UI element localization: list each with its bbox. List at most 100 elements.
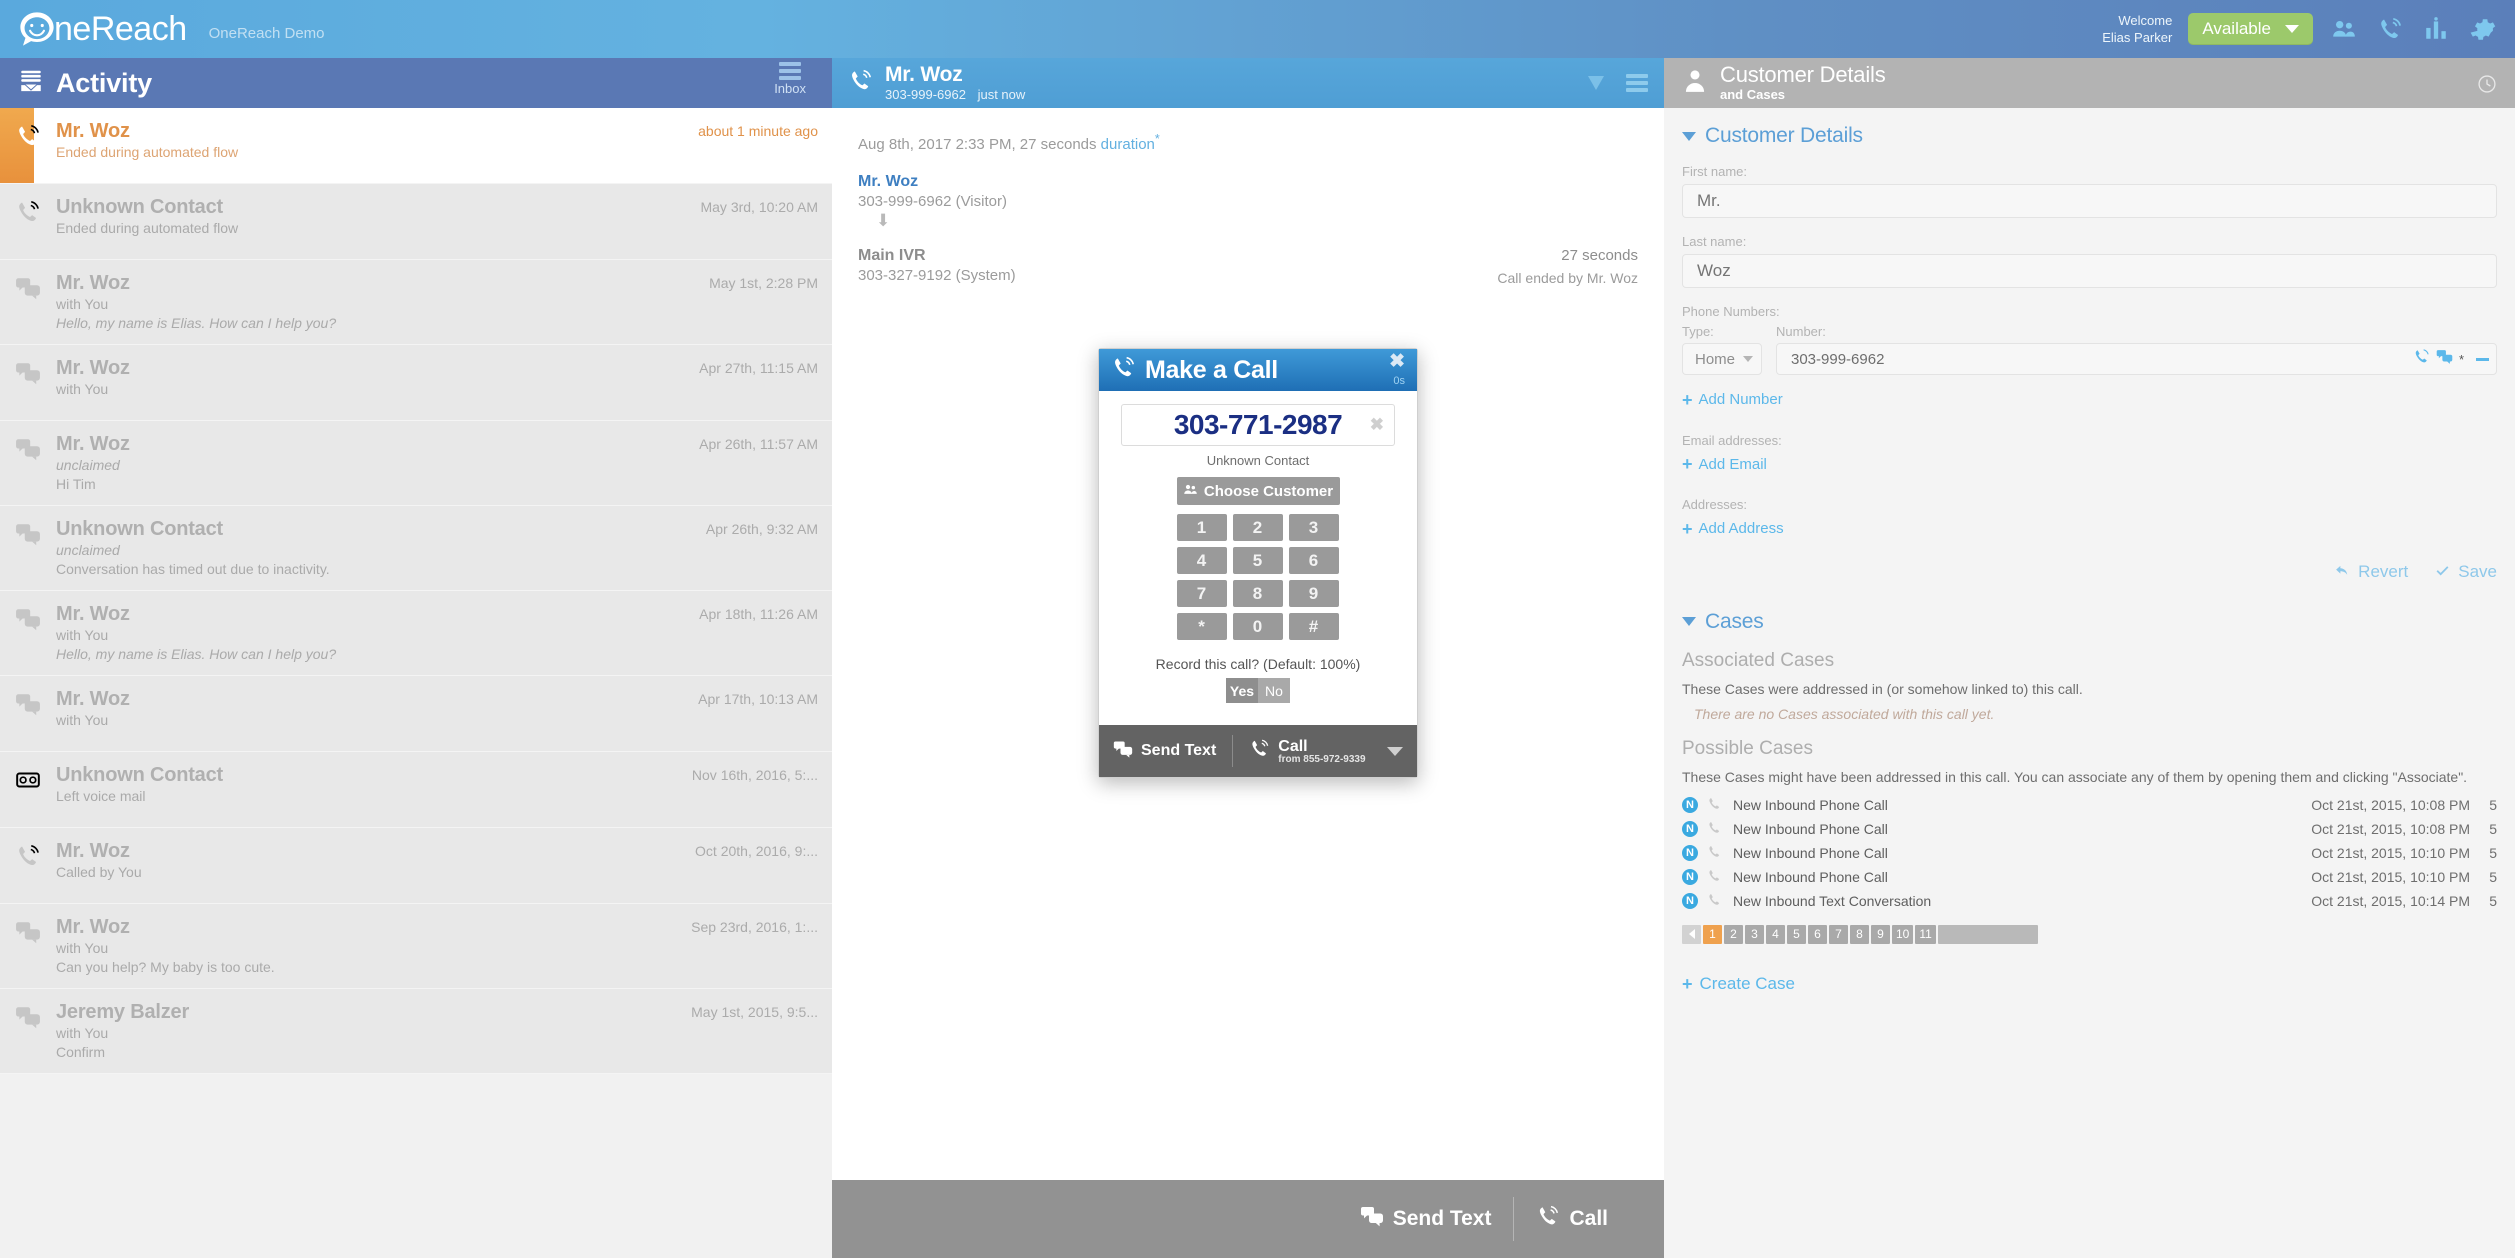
chevron-down-icon xyxy=(2285,25,2299,33)
section-customer-details[interactable]: Customer Details xyxy=(1682,124,2497,148)
pagination-page-4[interactable]: 4 xyxy=(1766,924,1785,944)
possible-cases-list[interactable]: N New Inbound Phone Call Oct 21st, 2015, 1… xyxy=(1682,793,2497,913)
create-case-button[interactable]: + Create Case xyxy=(1682,974,1795,994)
dial-contact-label: Unknown Contact xyxy=(1206,453,1310,468)
revert-button[interactable]: Revert xyxy=(2334,562,2408,582)
phone-icon xyxy=(0,839,56,892)
make-a-call-dialog: Make a Call ✖ 0s 303-771-2987 ✖ Unknown … xyxy=(1098,348,1418,778)
case-time: Oct 21st, 2015, 10:10 PM xyxy=(2311,868,2470,885)
case-row[interactable]: N New Inbound Text Conversation Oct 21st, … xyxy=(1682,889,2497,913)
keypad-key-0[interactable]: 0 xyxy=(1232,613,1283,640)
case-row[interactable]: N New Inbound Phone Call Oct 21st, 2015, 1… xyxy=(1682,865,2497,889)
activity-list-item[interactable]: Mr. Woz with You Can you help? My baby is … xyxy=(0,904,832,989)
keypad-key-2[interactable]: 2 xyxy=(1232,514,1283,541)
activity-list-item[interactable]: Mr. Woz unclaimed Hi Tim Apr 26th, 11:57 AM xyxy=(0,421,832,506)
pagination-page-7[interactable]: 7 xyxy=(1829,924,1848,944)
activity-list-item[interactable]: Mr. Woz with You Hello, my name is Elias. … xyxy=(0,591,832,676)
call-button[interactable]: Call xyxy=(1514,1204,1630,1234)
activity-item-name: Unknown Contact xyxy=(56,196,223,218)
activity-list-item[interactable]: Mr. Woz with You Hello, my name is Elias. … xyxy=(0,260,832,345)
section-cases[interactable]: Cases xyxy=(1682,610,2497,634)
keypad-key-8[interactable]: 8 xyxy=(1232,580,1283,607)
activity-list-item[interactable]: Mr. Woz with You Apr 17th, 10:13 AM xyxy=(0,676,832,752)
phone-number-label: Number: xyxy=(1776,324,1826,339)
case-time: Oct 21st, 2015, 10:14 PM xyxy=(2311,892,2470,909)
person-icon xyxy=(1682,68,1708,99)
keypad-key-6[interactable]: 6 xyxy=(1288,547,1339,574)
pagination-page-5[interactable]: 5 xyxy=(1787,924,1806,944)
dialog-send-text-button[interactable]: Send Text xyxy=(1113,739,1216,764)
add-number-link[interactable]: + Add Number xyxy=(1682,391,1783,409)
keypad-key-9[interactable]: 9 xyxy=(1288,580,1339,607)
add-address-link[interactable]: + Add Address xyxy=(1682,520,1784,538)
dial-number-input[interactable]: 303-771-2987 ✖ xyxy=(1121,404,1395,446)
case-row[interactable]: N New Inbound Phone Call Oct 21st, 2015, 1… xyxy=(1682,841,2497,865)
clear-icon[interactable]: ✖ xyxy=(1370,415,1384,435)
availability-dropdown[interactable]: Available xyxy=(2188,13,2313,45)
pagination-page-11[interactable]: 11 xyxy=(1915,924,1936,944)
keypad-key-7[interactable]: 7 xyxy=(1176,580,1227,607)
pagination-page-6[interactable]: 6 xyxy=(1808,924,1827,944)
phone-icon[interactable] xyxy=(2413,348,2430,370)
chart-icon[interactable] xyxy=(2421,14,2451,44)
add-email-link[interactable]: + Add Email xyxy=(1682,455,1767,473)
activity-list-item[interactable]: Mr. Woz Called by You Oct 20th, 2016, 9:..… xyxy=(0,828,832,904)
phone-type-label: Type: xyxy=(1682,324,1714,339)
call-meta: Aug 8th, 2017 2:33 PM, 27 seconds durati… xyxy=(858,132,1638,153)
pagination-page-8[interactable]: 8 xyxy=(1850,924,1869,944)
last-name-field[interactable]: Woz xyxy=(1682,254,2497,288)
activity-list-item[interactable]: Unknown Contact Left voice mail Nov 16th, … xyxy=(0,752,832,828)
phone-icon[interactable] xyxy=(2375,14,2405,44)
keypad-key-*[interactable]: * xyxy=(1176,613,1227,640)
gear-icon[interactable] xyxy=(2467,14,2497,44)
pagination-page-2[interactable]: 2 xyxy=(1724,924,1743,944)
activity-item-name: Unknown Contact xyxy=(56,764,223,786)
pagination-page-9[interactable]: 9 xyxy=(1871,924,1890,944)
history-clock-icon[interactable] xyxy=(2477,74,2497,99)
activity-item-time: Apr 17th, 10:13 AM xyxy=(698,691,818,707)
phone-number-input[interactable]: 303-999-6962 xyxy=(1776,343,2497,375)
pagination-prev[interactable] xyxy=(1682,924,1701,944)
save-button[interactable]: Save xyxy=(2434,562,2497,582)
activity-list[interactable]: Mr. Woz Ended during automated flow about … xyxy=(0,108,832,1258)
pagination-page-1[interactable]: 1 xyxy=(1703,924,1722,944)
activity-list-item[interactable]: Jeremy Balzer with You Confirm May 1st, 201… xyxy=(0,989,832,1074)
activity-list-item[interactable]: Unknown Contact Ended during automated fl… xyxy=(0,184,832,260)
dial-keypad[interactable]: 1 2 3 4 5 6 7 8 9 * 0 # xyxy=(1176,514,1340,640)
pagination-page-10[interactable]: 10 xyxy=(1892,924,1914,944)
choose-customer-button[interactable]: Choose Customer xyxy=(1176,477,1340,505)
dialog-call-button[interactable]: Call from 855-972-9339 xyxy=(1249,738,1366,765)
keypad-key-#[interactable]: # xyxy=(1288,613,1339,640)
activity-list-item[interactable]: Mr. Woz with You Apr 27th, 11:15 AM xyxy=(0,345,832,421)
duration-link[interactable]: duration xyxy=(1101,136,1155,153)
people-icon[interactable] xyxy=(2329,14,2359,44)
pin-icon[interactable] xyxy=(1588,76,1604,90)
chat-icon[interactable] xyxy=(2436,348,2453,370)
remove-number-icon[interactable] xyxy=(2476,357,2489,361)
phone-type-select[interactable]: Home xyxy=(1682,343,1762,375)
inbox-button[interactable]: Inbox xyxy=(774,62,806,96)
activity-list-item[interactable]: Mr. Woz Ended during automated flow about … xyxy=(0,108,832,184)
record-yes-button[interactable]: Yes xyxy=(1226,678,1258,703)
record-no-button[interactable]: No xyxy=(1258,678,1290,703)
first-name-label: First name: xyxy=(1682,164,1748,179)
keypad-key-5[interactable]: 5 xyxy=(1232,547,1283,574)
activity-item-body: Mr. Woz with You xyxy=(56,356,687,409)
case-row[interactable]: N New Inbound Phone Call Oct 21st, 2015, 1… xyxy=(1682,817,2497,841)
first-name-field[interactable]: Mr. xyxy=(1682,184,2497,218)
send-text-button[interactable]: Send Text xyxy=(1338,1204,1514,1234)
keypad-key-4[interactable]: 4 xyxy=(1176,547,1227,574)
pagination-page-3[interactable]: 3 xyxy=(1745,924,1764,944)
keypad-key-1[interactable]: 1 xyxy=(1176,514,1227,541)
keypad-key-3[interactable]: 3 xyxy=(1288,514,1339,541)
menu-icon[interactable] xyxy=(1626,74,1648,92)
close-icon[interactable]: ✖ xyxy=(1389,352,1405,371)
chevron-down-icon[interactable] xyxy=(1387,746,1403,756)
record-toggle[interactable]: Yes No xyxy=(1121,678,1395,703)
activity-item-time: May 1st, 2:28 PM xyxy=(709,275,818,291)
new-badge: N xyxy=(1682,892,1698,909)
pagination[interactable]: 1 2 3 4 5 6 7 8 9 10 11 xyxy=(1682,924,2497,944)
case-row[interactable]: N New Inbound Phone Call Oct 21st, 2015, 1… xyxy=(1682,793,2497,817)
activity-list-item[interactable]: Unknown Contact unclaimed Conversation has… xyxy=(0,506,832,591)
brand-logo[interactable]: neReach OneReach Demo xyxy=(0,8,325,50)
